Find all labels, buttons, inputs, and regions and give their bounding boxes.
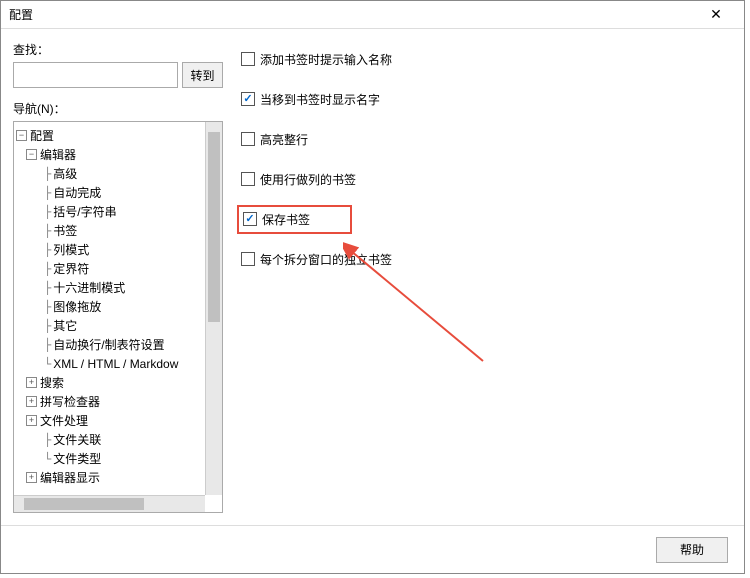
checkbox[interactable]	[243, 212, 257, 226]
vertical-scrollbar[interactable]	[205, 122, 222, 495]
tree-image-drag[interactable]: ├ 图像拖放	[16, 297, 203, 316]
close-icon: ✕	[710, 6, 722, 23]
tree-label: 列模式	[53, 241, 89, 258]
tree-branch-icon: ├	[44, 281, 51, 295]
tree-editor[interactable]: − 编辑器	[16, 145, 203, 164]
tree-misc[interactable]: ├ 其它	[16, 316, 203, 335]
left-panel: 查找： 转到 导航(N)： − 配置 − 编辑器 ├	[13, 41, 223, 513]
tree-branch-icon: ├	[44, 300, 51, 314]
tree-label: 高级	[53, 165, 77, 182]
tree-branch-icon: ├	[44, 224, 51, 238]
tree-wrap-tab[interactable]: ├ 自动换行/制表符设置	[16, 335, 203, 354]
tree-label: 搜索	[40, 374, 64, 391]
search-row: 转到	[13, 62, 223, 88]
checkbox-label: 每个拆分窗口的独立书签	[260, 251, 392, 268]
tree-label: 括号/字符串	[53, 203, 116, 220]
scrollbar-thumb[interactable]	[208, 132, 220, 322]
tree-branch-icon: ├	[44, 433, 51, 447]
tree-branch-icon: ├	[44, 205, 51, 219]
option-highlight-line[interactable]: 高亮整行	[241, 129, 732, 149]
tree-xml-html[interactable]: └ XML / HTML / Markdow	[16, 354, 203, 373]
nav-label: 导航(N)：	[13, 100, 223, 117]
tree-label: 自动换行/制表符设置	[53, 336, 164, 353]
tree-branch-icon: ├	[44, 186, 51, 200]
checkbox[interactable]	[241, 92, 255, 106]
tree-autocomplete[interactable]: ├ 自动完成	[16, 183, 203, 202]
tree-label: 图像拖放	[53, 298, 101, 315]
checkbox-label: 添加书签时提示输入名称	[260, 51, 392, 68]
tree-label: 文件类型	[53, 450, 101, 467]
tree-editor-display[interactable]: + 编辑器显示	[16, 468, 203, 487]
tree-file-assoc[interactable]: ├ 文件关联	[16, 430, 203, 449]
collapse-icon[interactable]: −	[16, 130, 27, 141]
search-input[interactable]	[13, 62, 178, 88]
scrollbar-thumb[interactable]	[24, 498, 144, 510]
tree-branch-icon: ├	[44, 319, 51, 333]
tree-branch-icon: └	[44, 452, 51, 466]
checkbox[interactable]	[241, 252, 255, 266]
tree-scroll-area[interactable]: − 配置 − 编辑器 ├ 高级 ├ 自动完成	[14, 122, 205, 495]
expand-icon[interactable]: +	[26, 472, 37, 483]
tree-branch-icon: ├	[44, 262, 51, 276]
tree-branch-icon: ├	[44, 243, 51, 257]
tree-brackets[interactable]: ├ 括号/字符串	[16, 202, 203, 221]
tree-search[interactable]: + 搜索	[16, 373, 203, 392]
checkbox[interactable]	[241, 172, 255, 186]
tree-column-mode[interactable]: ├ 列模式	[16, 240, 203, 259]
tree-label: 文件处理	[40, 412, 88, 429]
tree-label: 编辑器显示	[40, 469, 100, 486]
tree-label: 配置	[30, 127, 54, 144]
tree-file-type[interactable]: └ 文件类型	[16, 449, 203, 468]
checkbox-label: 保存书签	[262, 211, 310, 228]
tree-label: 其它	[53, 317, 77, 334]
tree-label: 书签	[53, 222, 77, 239]
tree-label: 编辑器	[40, 146, 76, 163]
tree-label: XML / HTML / Markdow	[53, 357, 178, 371]
tree-label: 文件关联	[53, 431, 101, 448]
highlighted-option[interactable]: 保存书签	[237, 205, 352, 234]
expand-icon[interactable]: +	[26, 396, 37, 407]
close-button[interactable]: ✕	[696, 2, 736, 28]
tree-label: 自动完成	[53, 184, 101, 201]
tree-delimiter[interactable]: ├ 定界符	[16, 259, 203, 278]
checkbox[interactable]	[241, 132, 255, 146]
expand-icon[interactable]: +	[26, 415, 37, 426]
options-panel: 添加书签时提示输入名称 当移到书签时显示名字 高亮整行 使用行做列的书签 保存书…	[223, 41, 732, 513]
checkbox-label: 使用行做列的书签	[260, 171, 356, 188]
titlebar: 配置 ✕	[1, 1, 744, 29]
search-label: 查找：	[13, 41, 223, 58]
expand-icon[interactable]: +	[26, 377, 37, 388]
tree-label: 定界符	[53, 260, 89, 277]
content-area: 查找： 转到 导航(N)： − 配置 − 编辑器 ├	[1, 29, 744, 525]
tree-root-config[interactable]: − 配置	[16, 126, 203, 145]
config-dialog: 配置 ✕ 查找： 转到 导航(N)： − 配置 − 编辑	[0, 0, 745, 574]
option-add-bookmark-prompt[interactable]: 添加书签时提示输入名称	[241, 49, 732, 69]
horizontal-scrollbar[interactable]	[14, 495, 205, 512]
nav-tree: − 配置 − 编辑器 ├ 高级 ├ 自动完成	[13, 121, 223, 513]
tree-label: 拼写检查器	[40, 393, 100, 410]
option-column-bookmark[interactable]: 使用行做列的书签	[241, 169, 732, 189]
tree-spell[interactable]: + 拼写检查器	[16, 392, 203, 411]
tree-branch-icon: ├	[44, 338, 51, 352]
tree-advanced[interactable]: ├ 高级	[16, 164, 203, 183]
option-show-name-hover[interactable]: 当移到书签时显示名字	[241, 89, 732, 109]
tree-branch-icon: ├	[44, 167, 51, 181]
dialog-footer: 帮助	[1, 525, 744, 573]
tree-label: 十六进制模式	[53, 279, 125, 296]
dialog-title: 配置	[9, 6, 33, 23]
help-button[interactable]: 帮助	[656, 537, 728, 563]
collapse-icon[interactable]: −	[26, 149, 37, 160]
option-save-bookmark-row: 保存书签	[241, 209, 732, 229]
tree-file-handling[interactable]: + 文件处理	[16, 411, 203, 430]
tree-hex-mode[interactable]: ├ 十六进制模式	[16, 278, 203, 297]
option-split-window-bookmark[interactable]: 每个拆分窗口的独立书签	[241, 249, 732, 269]
checkbox[interactable]	[241, 52, 255, 66]
tree-bookmark[interactable]: ├ 书签	[16, 221, 203, 240]
checkbox-label: 高亮整行	[260, 131, 308, 148]
checkbox-label: 当移到书签时显示名字	[260, 91, 380, 108]
goto-button[interactable]: 转到	[182, 62, 223, 88]
tree-branch-icon: └	[44, 357, 51, 371]
